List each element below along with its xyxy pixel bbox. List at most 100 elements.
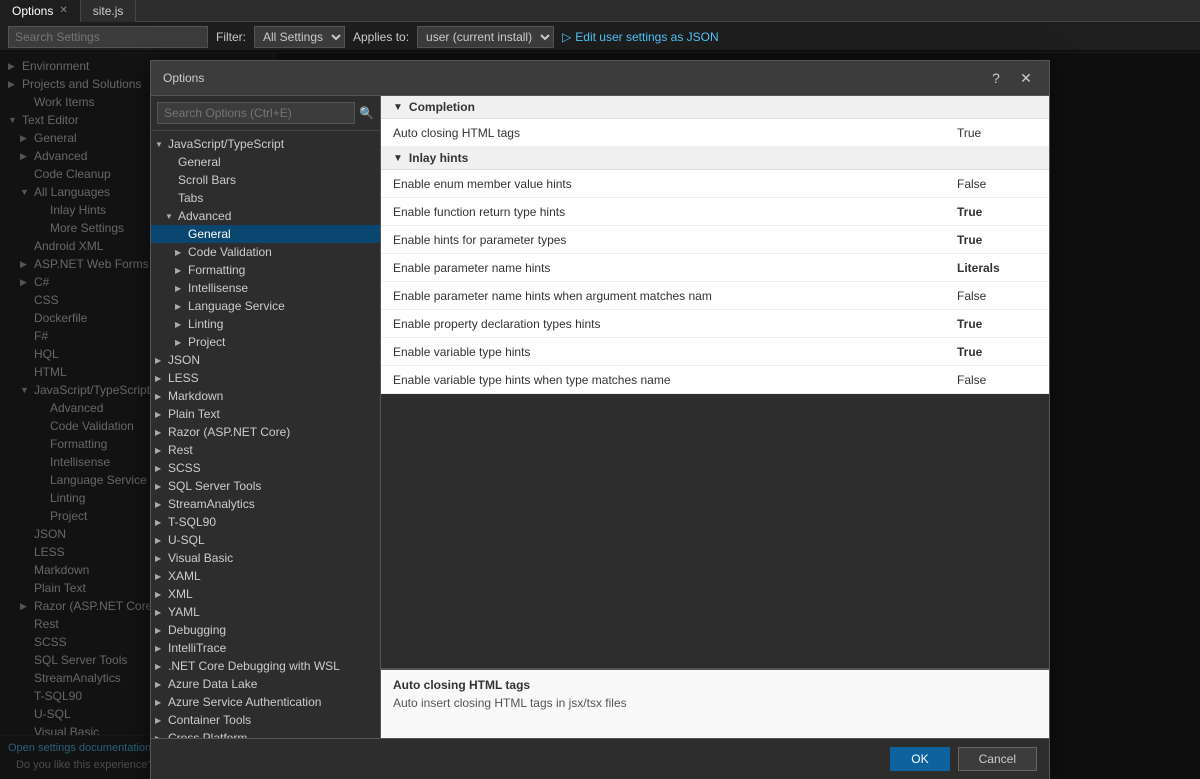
tree-item-18[interactable]: ▶SCSS [151, 459, 380, 477]
settings-row-value: Literals [957, 261, 1037, 275]
tree-item-29[interactable]: ▶.NET Core Debugging with WSL [151, 657, 380, 675]
tree-item-4[interactable]: ▼Advanced [151, 207, 380, 225]
settings-row-1-5[interactable]: Enable property declaration types hintsT… [381, 310, 1049, 338]
settings-section-header-1[interactable]: ▼ Inlay hints [381, 147, 1049, 170]
settings-row-label: Enable variable type hints [393, 345, 957, 359]
tree-item-20[interactable]: ▶StreamAnalytics [151, 495, 380, 513]
modal-close-button[interactable]: ✕ [1015, 67, 1037, 89]
tree-arrow-icon: ▶ [155, 392, 165, 401]
section-title: Inlay hints [409, 151, 468, 165]
modal-search-input[interactable] [157, 102, 355, 124]
settings-row-1-6[interactable]: Enable variable type hintsTrue [381, 338, 1049, 366]
tree-item-15[interactable]: ▶Plain Text [151, 405, 380, 423]
tab-options[interactable]: Options ✕ [0, 0, 81, 22]
tree-item-2[interactable]: Scroll Bars [151, 171, 380, 189]
ok-button[interactable]: OK [890, 747, 949, 771]
tree-item-16[interactable]: ▶Razor (ASP.NET Core) [151, 423, 380, 441]
settings-row-label: Enable variable type hints when type mat… [393, 373, 957, 387]
settings-row-1-4[interactable]: Enable parameter name hints when argumen… [381, 282, 1049, 310]
tree-item-label: Linting [188, 317, 223, 331]
settings-row-label: Auto closing HTML tags [393, 126, 957, 140]
tree-item-26[interactable]: ▶YAML [151, 603, 380, 621]
tree-arrow-icon: ▶ [155, 428, 165, 437]
tree-arrow-icon: ▶ [175, 266, 185, 275]
tree-arrow-icon: ▶ [155, 590, 165, 599]
tree-item-label: SQL Server Tools [168, 479, 261, 493]
filter-select[interactable]: All Settings [254, 26, 345, 48]
tree-item-label: Azure Service Authentication [168, 695, 321, 709]
tree-item-22[interactable]: ▶U-SQL [151, 531, 380, 549]
tree-item-10[interactable]: ▶Linting [151, 315, 380, 333]
tree-item-33[interactable]: ▶Cross Platform [151, 729, 380, 738]
tree-arrow-icon: ▼ [155, 140, 165, 149]
tree-arrow-icon: ▶ [155, 518, 165, 527]
cancel-button[interactable]: Cancel [958, 747, 1037, 771]
section-arrow-icon: ▼ [393, 153, 403, 164]
tree-item-31[interactable]: ▶Azure Service Authentication [151, 693, 380, 711]
tree-item-6[interactable]: ▶Code Validation [151, 243, 380, 261]
tree-item-25[interactable]: ▶XML [151, 585, 380, 603]
settings-row-label: Enable parameter name hints when argumen… [393, 289, 957, 303]
tree-item-label: Razor (ASP.NET Core) [168, 425, 290, 439]
tree-item-17[interactable]: ▶Rest [151, 441, 380, 459]
search-settings-input[interactable] [8, 26, 208, 48]
tree-item-label: General [188, 227, 231, 241]
tree-arrow-icon: ▶ [175, 320, 185, 329]
tree-item-9[interactable]: ▶Language Service [151, 297, 380, 315]
section-title: Completion [409, 100, 475, 114]
tree-item-11[interactable]: ▶Project [151, 333, 380, 351]
settings-row-1-1[interactable]: Enable function return type hintsTrue [381, 198, 1049, 226]
applies-to-select[interactable]: user (current install) [417, 26, 554, 48]
settings-row-0-0[interactable]: Auto closing HTML tagsTrue [381, 119, 1049, 147]
tree-item-12[interactable]: ▶JSON [151, 351, 380, 369]
edit-json-button[interactable]: ▷ Edit user settings as JSON [562, 30, 719, 44]
tree-item-32[interactable]: ▶Container Tools [151, 711, 380, 729]
settings-row-1-2[interactable]: Enable hints for parameter typesTrue [381, 226, 1049, 254]
modal-content: 🔍 ▼JavaScript/TypeScriptGeneralScroll Ba… [151, 96, 1049, 738]
modal-search-icon: 🔍 [359, 106, 374, 120]
tab-sitejs-label: site.js [93, 4, 124, 18]
settings-row-1-0[interactable]: Enable enum member value hintsFalse [381, 170, 1049, 198]
tree-item-5[interactable]: General [151, 225, 380, 243]
tree-item-label: JavaScript/TypeScript [168, 137, 284, 151]
tree-item-23[interactable]: ▶Visual Basic [151, 549, 380, 567]
tab-options-close[interactable]: ✕ [59, 5, 67, 16]
tree-item-label: StreamAnalytics [168, 497, 255, 511]
tree-item-label: XML [168, 587, 193, 601]
settings-row-value: False [957, 289, 1037, 303]
tree-item-0[interactable]: ▼JavaScript/TypeScript [151, 135, 380, 153]
tree-item-19[interactable]: ▶SQL Server Tools [151, 477, 380, 495]
modal-title-bar: Options ? ✕ [151, 61, 1049, 96]
tree-item-27[interactable]: ▶Debugging [151, 621, 380, 639]
modal-title: Options [163, 71, 204, 85]
tree-arrow-icon: ▶ [155, 644, 165, 653]
tree-item-7[interactable]: ▶Formatting [151, 261, 380, 279]
tree-arrow-icon: ▼ [165, 212, 175, 221]
tree-arrow-icon: ▶ [155, 500, 165, 509]
tree-item-30[interactable]: ▶Azure Data Lake [151, 675, 380, 693]
settings-section-header-0[interactable]: ▼ Completion [381, 96, 1049, 119]
tree-item-3[interactable]: Tabs [151, 189, 380, 207]
settings-row-1-3[interactable]: Enable parameter name hintsLiterals [381, 254, 1049, 282]
tree-item-24[interactable]: ▶XAML [151, 567, 380, 585]
tree-item-label: Rest [168, 443, 193, 457]
settings-row-label: Enable function return type hints [393, 205, 957, 219]
settings-row-value: True [957, 233, 1037, 247]
tab-sitejs[interactable]: site.js [81, 0, 137, 22]
modal-help-button[interactable]: ? [985, 67, 1007, 89]
modal-search-area: 🔍 [151, 96, 380, 131]
settings-row-value: True [957, 205, 1037, 219]
tree-item-1[interactable]: General [151, 153, 380, 171]
tree-item-13[interactable]: ▶LESS [151, 369, 380, 387]
tree-item-14[interactable]: ▶Markdown [151, 387, 380, 405]
tree-item-label: Intellisense [188, 281, 248, 295]
applies-to-label: Applies to: [353, 30, 409, 44]
tree-item-21[interactable]: ▶T-SQL90 [151, 513, 380, 531]
settings-row-1-7[interactable]: Enable variable type hints when type mat… [381, 366, 1049, 394]
tree-item-8[interactable]: ▶Intellisense [151, 279, 380, 297]
search-bar: Filter: All Settings Applies to: user (c… [0, 22, 1200, 53]
filter-label: Filter: [216, 30, 246, 44]
settings-row-value: True [957, 345, 1037, 359]
tree-item-28[interactable]: ▶IntelliTrace [151, 639, 380, 657]
section-arrow-icon: ▼ [393, 102, 403, 113]
